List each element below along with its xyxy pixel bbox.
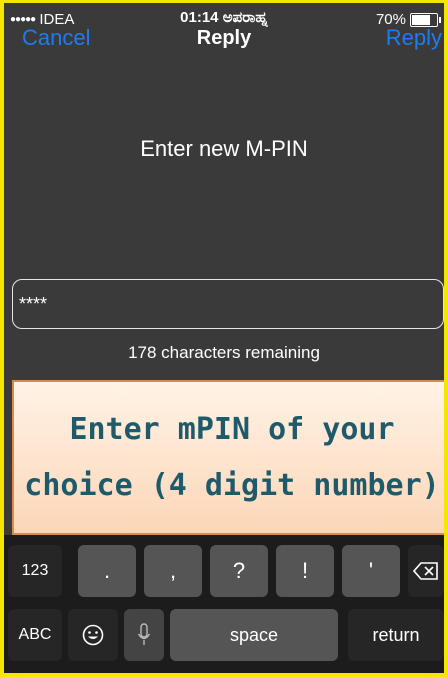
key-apostrophe[interactable]: ' bbox=[342, 545, 400, 597]
key-question[interactable]: ? bbox=[210, 545, 268, 597]
reply-button[interactable]: Reply bbox=[386, 25, 442, 51]
prompt-text: Enter new M-PIN bbox=[140, 136, 308, 161]
instruction-line-1: Enter mPIN of your bbox=[69, 411, 395, 447]
key-abc[interactable]: ABC bbox=[8, 609, 62, 661]
key-comma[interactable]: , bbox=[144, 545, 202, 597]
instruction-line-2: choice (4 digit number) bbox=[24, 467, 440, 503]
emoji-icon bbox=[82, 624, 104, 646]
key-period[interactable]: . bbox=[78, 545, 136, 597]
screen: ●●●●● IDEA 01:14 ಅಪರಾಹ್ನ 70% Cancel Repl… bbox=[4, 3, 444, 673]
key-exclamation[interactable]: ! bbox=[276, 545, 334, 597]
space-key[interactable]: space bbox=[170, 609, 338, 661]
return-key[interactable]: return bbox=[348, 609, 444, 661]
key-123[interactable]: 123 bbox=[8, 545, 62, 597]
characters-remaining: 178 characters remaining bbox=[128, 343, 320, 362]
backspace-key[interactable] bbox=[408, 545, 444, 597]
backspace-icon bbox=[413, 562, 438, 580]
dictation-key[interactable] bbox=[124, 609, 164, 661]
microphone-icon bbox=[137, 623, 151, 645]
emoji-key[interactable] bbox=[68, 609, 118, 661]
page-title: Reply bbox=[196, 27, 252, 49]
pin-input[interactable]: **** bbox=[12, 279, 444, 329]
instruction-text: Enter mPIN of your choice (4 digit numbe… bbox=[24, 402, 439, 514]
keyboard: 123 . , ? ! ' ABC space return bbox=[4, 535, 444, 673]
instruction-banner: Enter mPIN of your choice (4 digit numbe… bbox=[12, 380, 444, 535]
